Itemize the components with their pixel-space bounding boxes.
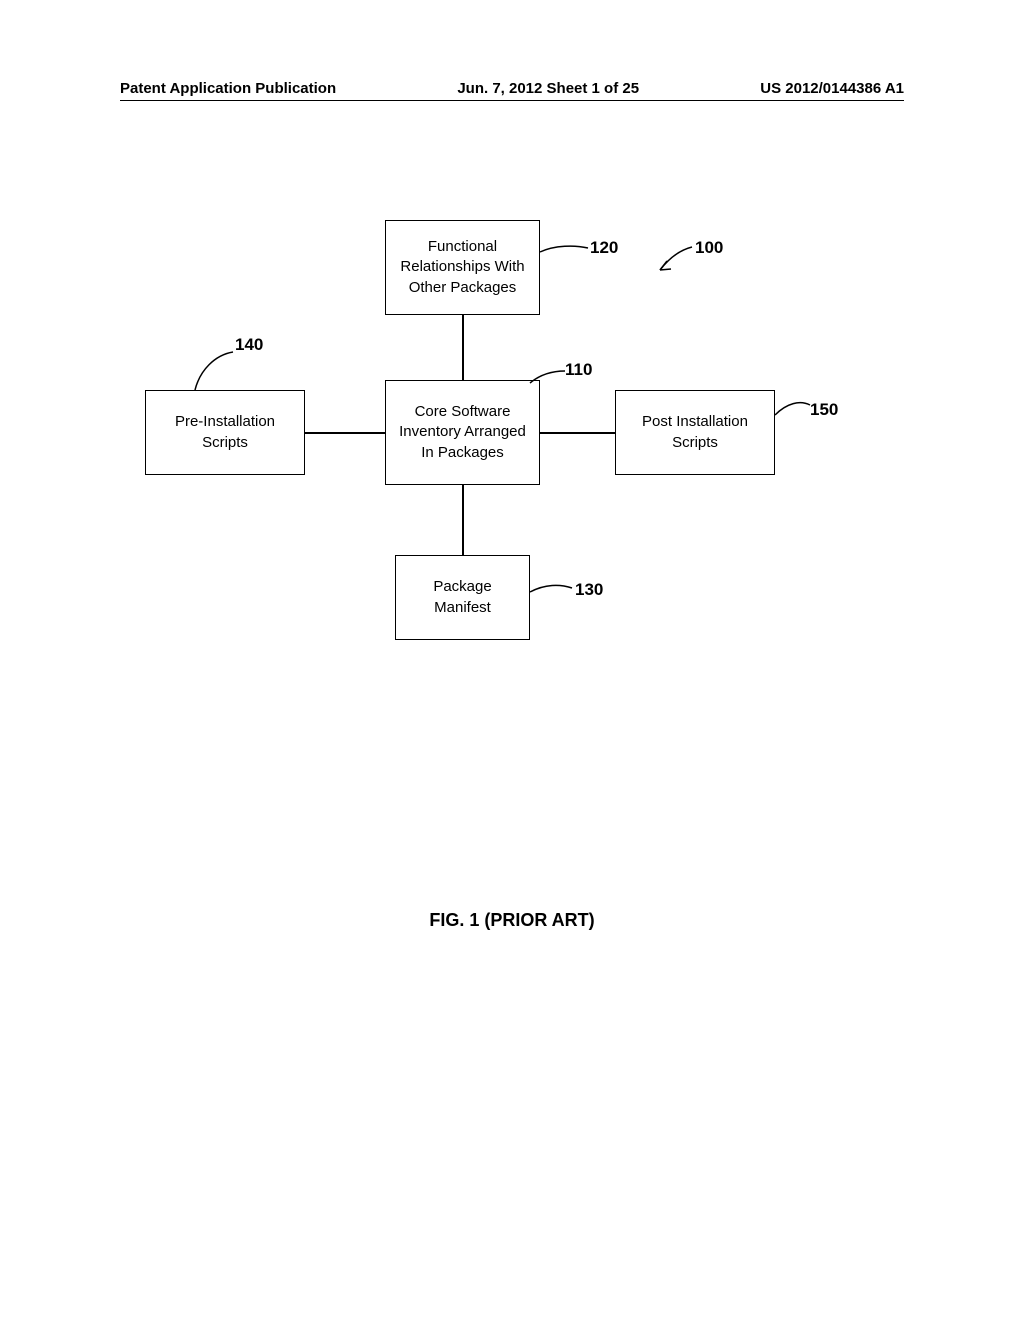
box-pre-installation-scripts: Pre-Installation Scripts [145,390,305,475]
connector [462,315,464,380]
figure-caption: FIG. 1 (PRIOR ART) [0,910,1024,931]
header-left: Patent Application Publication [120,80,336,97]
leader-line-140 [195,350,240,400]
leader-line-110 [530,368,570,393]
header-divider [120,100,904,101]
box-label: Post Installation Scripts [624,412,766,453]
ref-number-120: 120 [590,238,618,258]
connector [305,432,385,434]
ref-number-130: 130 [575,580,603,600]
leader-line-100 [660,245,700,280]
connector [462,485,464,555]
box-functional-relationships: Functional Relationships With Other Pack… [385,220,540,315]
box-package-manifest: Package Manifest [395,555,530,640]
diagram: Functional Relationships With Other Pack… [0,220,1024,680]
box-core-software-inventory: Core Software Inventory Arranged In Pack… [385,380,540,485]
header-center: Jun. 7, 2012 Sheet 1 of 25 [457,80,639,97]
box-label: Package Manifest [404,577,521,618]
box-post-installation-scripts: Post Installation Scripts [615,390,775,475]
header-right: US 2012/0144386 A1 [760,80,904,97]
leader-line-130 [530,580,575,603]
box-label: Pre-Installation Scripts [154,412,296,453]
page-header: Patent Application Publication Jun. 7, 2… [0,80,1024,97]
leader-line-150 [775,395,815,425]
box-label: Functional Relationships With Other Pack… [394,237,531,298]
connector [540,432,615,434]
leader-line-120 [540,240,590,270]
box-label: Core Software Inventory Arranged In Pack… [394,402,531,463]
